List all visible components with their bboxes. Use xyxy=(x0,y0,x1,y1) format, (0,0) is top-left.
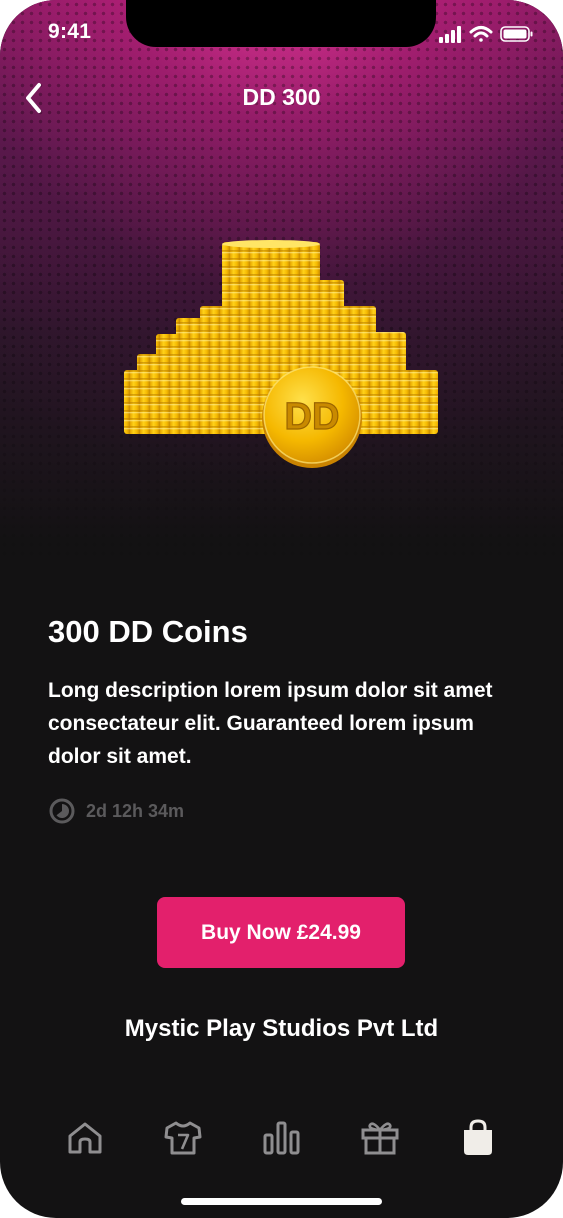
status-icons xyxy=(439,24,535,44)
home-indicator xyxy=(181,1198,382,1205)
tab-gifts[interactable] xyxy=(332,1112,428,1164)
timer-row: 2d 12h 34m xyxy=(48,797,184,825)
dd-coin-badge: DD xyxy=(262,366,362,468)
battery-icon xyxy=(500,26,533,42)
signal-icon xyxy=(439,26,461,43)
home-icon xyxy=(68,1122,102,1154)
shopping-bag-icon xyxy=(464,1119,492,1155)
tab-jersey[interactable] xyxy=(135,1112,231,1164)
tab-bar xyxy=(37,1112,526,1164)
tab-leaderboard[interactable] xyxy=(234,1112,330,1164)
coin-stack-illustration: DD xyxy=(124,240,438,468)
publisher-name: Mystic Play Studios Pvt Ltd xyxy=(124,1015,439,1042)
clock-icon xyxy=(49,798,75,824)
page-title: DD 300 xyxy=(242,84,321,110)
leaderboard-icon xyxy=(263,1121,299,1155)
tab-home[interactable] xyxy=(37,1112,133,1164)
item-title: 300 DD Coins xyxy=(48,614,248,649)
item-description: Long description lorem ipsum dolor sit a… xyxy=(48,679,493,768)
wifi-icon xyxy=(469,26,493,42)
tab-shop[interactable] xyxy=(430,1112,526,1164)
time-remaining: 2d 12h 34m xyxy=(86,800,185,821)
coin-label: DD xyxy=(285,396,340,438)
status-time: 9:41 xyxy=(48,20,92,43)
buy-now-button[interactable]: Buy Now £24.99 xyxy=(157,897,405,968)
gift-icon xyxy=(361,1122,399,1155)
jersey-icon xyxy=(164,1121,202,1155)
device-notch xyxy=(126,0,436,47)
phone-screen: 9:41 DD 300 DD 300 DD Coins Long descrip… xyxy=(0,0,563,1218)
